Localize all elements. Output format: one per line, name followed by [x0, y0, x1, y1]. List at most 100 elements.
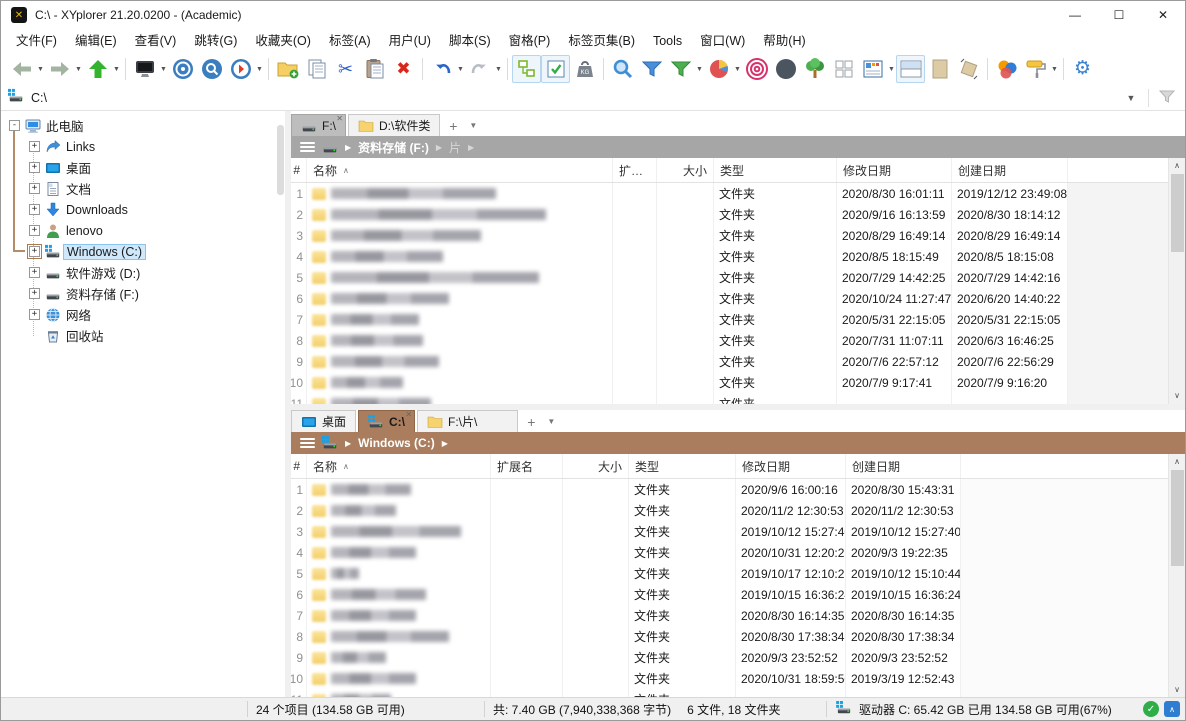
forward-dropdown-icon[interactable]: ▼ — [74, 66, 83, 73]
expand-toggle[interactable]: + — [29, 225, 40, 236]
table-row[interactable]: 5 文件夹 2019/10/17 12:10:29 2019/10/12 15:… — [291, 563, 961, 584]
tab-desktop[interactable]: 桌面 — [291, 410, 356, 432]
expand-toggle[interactable]: + — [29, 267, 40, 278]
table-row[interactable]: 11 文件夹 — [291, 393, 1068, 404]
tree-item-network[interactable]: + 网络 — [1, 304, 285, 325]
pane-menu-icon[interactable] — [300, 142, 315, 153]
minimize-button[interactable]: — — [1053, 1, 1097, 29]
breadcrumb-item[interactable]: Windows (C:) — [358, 436, 435, 450]
tab-c[interactable]: C:\ ✕ — [358, 410, 415, 432]
column-header[interactable]: 大小 — [657, 158, 714, 182]
single-pane-button[interactable] — [925, 55, 954, 83]
column-header[interactable]: # — [291, 454, 307, 478]
status-ok-icon[interactable]: ✓ — [1143, 701, 1159, 717]
menu-item-3[interactable]: 跳转(G) — [185, 29, 246, 53]
tree-item-drive-c[interactable]: + Windows (C:) — [1, 241, 285, 262]
column-header[interactable]: 类型 — [714, 158, 837, 182]
folder-tree-button[interactable] — [800, 55, 829, 83]
tree-item-documents[interactable]: + 文档 — [1, 178, 285, 199]
menu-item-9[interactable]: 标签页集(B) — [559, 29, 644, 53]
table-row[interactable]: 3 文件夹 2020/8/29 16:49:14 2020/8/29 16:49… — [291, 225, 1068, 246]
table-row[interactable]: 9 文件夹 2020/9/3 23:52:52 2020/9/3 23:52:5… — [291, 647, 961, 668]
checkbox-mode-button[interactable] — [541, 55, 570, 83]
cut-button[interactable]: ✂ — [331, 55, 360, 83]
undo-button[interactable] — [427, 55, 456, 83]
paste-button[interactable] — [360, 55, 389, 83]
table-row[interactable]: 2 文件夹 2020/9/16 16:13:59 2020/8/30 18:14… — [291, 204, 1068, 225]
address-bar[interactable]: C:\ ▼ — [1, 85, 1185, 111]
tree-item-recycle-bin[interactable]: 回收站 — [1, 325, 285, 346]
column-header[interactable]: 名称 ∧ — [307, 158, 613, 182]
menu-item-2[interactable]: 查看(V) — [126, 29, 186, 53]
filter-button[interactable] — [637, 55, 666, 83]
statistics-dropdown-icon[interactable]: ▼ — [733, 66, 742, 73]
scrollbar-thumb[interactable] — [1171, 174, 1184, 252]
table-row[interactable]: 10 文件夹 2020/10/31 18:59:50 2019/3/19 12:… — [291, 668, 961, 689]
title-bar[interactable]: ✕ C:\ - XYplorer 21.20.0200 - (Academic)… — [1, 1, 1185, 29]
tree-item-desktop[interactable]: + 桌面 — [1, 157, 285, 178]
column-header[interactable]: # — [291, 158, 307, 182]
table-row[interactable]: 6 文件夹 2019/10/15 16:36:24 2019/10/15 16:… — [291, 584, 961, 605]
rotate-pane-button[interactable] — [954, 55, 983, 83]
redo-dropdown-icon[interactable]: ▼ — [494, 66, 503, 73]
column-header[interactable]: 扩… — [613, 158, 657, 182]
menu-item-12[interactable]: 帮助(H) — [754, 29, 814, 53]
table-row[interactable]: 4 文件夹 2020/10/31 12:20:25 2020/9/3 19:22… — [291, 542, 961, 563]
tab-list-dropdown-icon[interactable]: ▼ — [542, 412, 560, 432]
table-row[interactable]: 6 文件夹 2020/10/24 11:27:47 2020/6/20 14:4… — [291, 288, 1068, 309]
table-row[interactable]: 7 文件夹 2020/5/31 22:15:05 2020/5/31 22:15… — [291, 309, 1068, 330]
scrollbar-thumb[interactable] — [1171, 470, 1184, 566]
hypnotic-button[interactable] — [742, 55, 771, 83]
new-tab-button[interactable]: + — [442, 116, 464, 136]
scroll-up-icon[interactable]: ∧ — [1169, 158, 1185, 174]
scroll-up-icon[interactable]: ∧ — [1169, 454, 1185, 470]
menu-item-1[interactable]: 编辑(E) — [66, 29, 126, 53]
tree-item-links[interactable]: + Links — [1, 136, 285, 157]
table-row[interactable]: 8 文件夹 2020/7/31 11:07:11 2020/6/3 16:46:… — [291, 330, 1068, 351]
expand-toggle[interactable]: + — [29, 204, 40, 215]
expand-toggle[interactable]: - — [9, 120, 20, 131]
close-button[interactable]: ✕ — [1141, 1, 1185, 29]
menu-item-4[interactable]: 收藏夹(O) — [246, 29, 320, 53]
table-row[interactable]: 10 文件夹 2020/7/9 9:17:41 2020/7/9 9:16:20 — [291, 372, 1068, 393]
up-button[interactable] — [83, 55, 112, 83]
column-header[interactable]: 创建日期 — [952, 158, 1068, 182]
tree-item-lenovo[interactable]: + lenovo — [1, 220, 285, 241]
column-header[interactable]: 扩展名 — [491, 454, 563, 478]
status-expand-icon[interactable]: ∧ — [1164, 701, 1180, 717]
tree-item-this-pc[interactable]: - 此电脑 — [1, 115, 285, 136]
forward-button[interactable] — [45, 55, 74, 83]
menu-item-10[interactable]: Tools — [644, 29, 691, 53]
tree-item-drive-f[interactable]: + 资料存储 (F:) — [1, 283, 285, 304]
tab-f[interactable]: F:\ ✕ — [291, 114, 346, 136]
address-filter-icon[interactable] — [1149, 89, 1185, 106]
styles-dropdown-icon[interactable]: ▼ — [1050, 66, 1059, 73]
expand-toggle[interactable]: + — [29, 162, 40, 173]
column-header[interactable]: 大小 — [563, 454, 629, 478]
delete-button[interactable]: ✖ — [389, 55, 418, 83]
table-row[interactable]: 9 文件夹 2020/7/6 22:57:12 2020/7/6 22:56:2… — [291, 351, 1068, 372]
grid-dropdown-icon[interactable]: ▼ — [887, 66, 896, 73]
menu-item-7[interactable]: 脚本(S) — [440, 29, 500, 53]
redo-button[interactable] — [465, 55, 494, 83]
column-header[interactable]: 创建日期 — [846, 454, 961, 478]
display-mode-button[interactable] — [130, 55, 159, 83]
table-row[interactable]: 1 文件夹 2020/9/6 16:00:16 2020/8/30 15:43:… — [291, 479, 961, 500]
table-row[interactable]: 4 文件夹 2020/8/5 18:15:49 2020/8/5 18:15:0… — [291, 246, 1068, 267]
back-button[interactable] — [7, 55, 36, 83]
tile-view-button[interactable] — [829, 55, 858, 83]
copy-button[interactable] — [302, 55, 331, 83]
menu-item-6[interactable]: 用户(U) — [380, 29, 440, 53]
horizontal-panes-button[interactable] — [896, 55, 925, 83]
menu-item-11[interactable]: 窗口(W) — [691, 29, 754, 53]
scroll-down-icon[interactable]: ∨ — [1169, 682, 1185, 698]
new-tab-button[interactable]: + — [520, 412, 542, 432]
vertical-scrollbar[interactable]: ∧ ∨ — [1168, 158, 1185, 404]
expand-toggle[interactable]: + — [29, 288, 40, 299]
breadcrumb-item[interactable]: 资料存储 (F:) — [358, 139, 429, 156]
menu-item-8[interactable]: 窗格(P) — [500, 29, 560, 53]
zoom-search-button[interactable] — [197, 55, 226, 83]
pane-menu-icon[interactable] — [300, 438, 315, 449]
up-dropdown-icon[interactable]: ▼ — [112, 66, 121, 73]
statistics-button[interactable] — [704, 55, 733, 83]
